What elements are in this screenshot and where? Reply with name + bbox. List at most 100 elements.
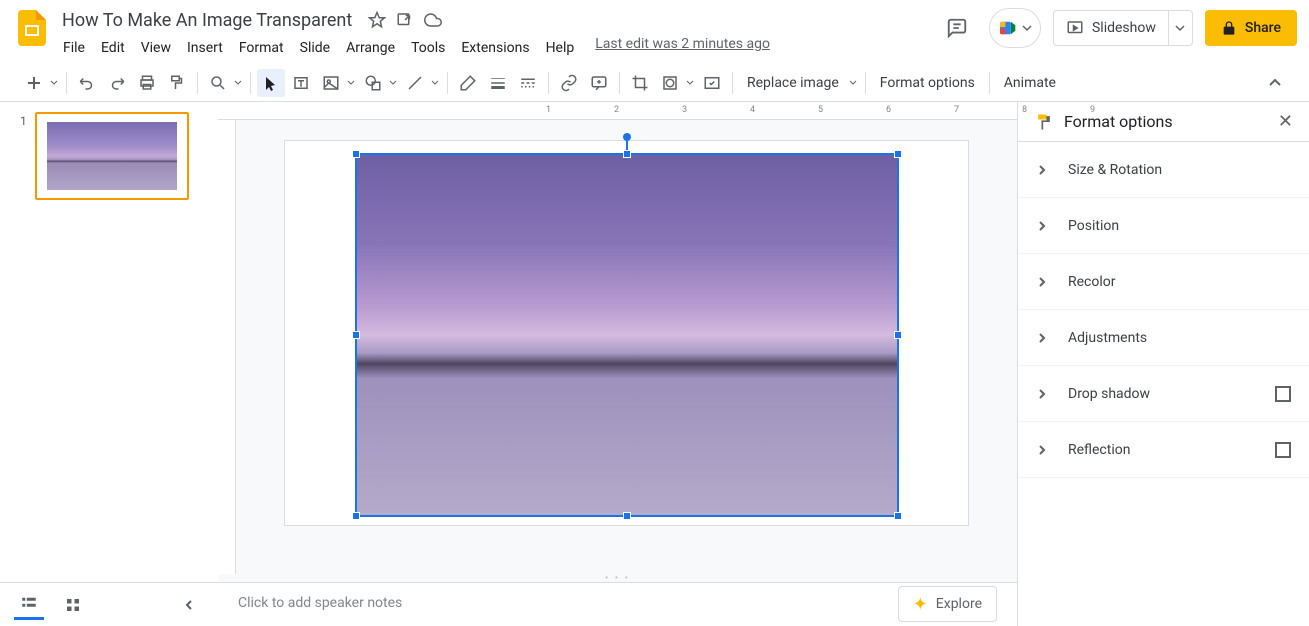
- selected-image[interactable]: [355, 153, 899, 517]
- new-slide-button[interactable]: [20, 69, 48, 97]
- print-button[interactable]: [133, 69, 161, 97]
- option-size-rotation[interactable]: Size & Rotation: [1018, 142, 1309, 198]
- resize-handle-s[interactable]: [623, 512, 631, 520]
- replace-image-button[interactable]: Replace image: [739, 69, 847, 97]
- redo-button[interactable]: [103, 69, 131, 97]
- header-actions: Slideshow Share: [937, 8, 1297, 48]
- slide-number: 1: [20, 112, 27, 200]
- slide-thumbnail[interactable]: [35, 112, 189, 200]
- chevron-right-icon: [1036, 388, 1054, 400]
- line-dropdown[interactable]: [429, 79, 441, 87]
- menu-format[interactable]: Format: [232, 36, 291, 60]
- notes-resize-grip[interactable]: • • •: [218, 574, 1017, 582]
- chevron-down-icon: [1175, 23, 1185, 33]
- close-sidebar-button[interactable]: ✕: [1278, 111, 1293, 132]
- line-tool[interactable]: [401, 69, 429, 97]
- cloud-status-icon[interactable]: [424, 11, 442, 29]
- option-recolor[interactable]: Recolor: [1018, 254, 1309, 310]
- option-adjustments[interactable]: Adjustments: [1018, 310, 1309, 366]
- chevron-right-icon: [1036, 164, 1054, 176]
- filmstrip-view-button[interactable]: [14, 590, 44, 620]
- menu-file[interactable]: File: [56, 36, 92, 60]
- slideshow-label: Slideshow: [1092, 20, 1156, 36]
- explore-star-icon: ✦: [913, 594, 928, 615]
- menu-insert[interactable]: Insert: [180, 36, 230, 60]
- canvas-area: 1 2 3 4 5 6 7 8 9: [218, 102, 1017, 626]
- format-options-sidebar: Format options ✕ Size & Rotation Positio…: [1017, 102, 1309, 626]
- share-button[interactable]: Share: [1205, 10, 1297, 46]
- collapse-filmstrip-button[interactable]: [174, 590, 204, 620]
- option-position[interactable]: Position: [1018, 198, 1309, 254]
- chevron-right-icon: [1036, 332, 1054, 344]
- slideshow-button[interactable]: Slideshow: [1053, 10, 1193, 46]
- slides-app-icon[interactable]: [12, 8, 52, 48]
- undo-button[interactable]: [73, 69, 101, 97]
- shape-tool[interactable]: [359, 69, 387, 97]
- vertical-ruler: [218, 120, 236, 574]
- resize-handle-e[interactable]: [894, 331, 902, 339]
- menu-extensions[interactable]: Extensions: [454, 36, 536, 60]
- crop-button[interactable]: [626, 69, 654, 97]
- drop-shadow-checkbox[interactable]: [1275, 386, 1291, 402]
- format-options-icon: [1034, 112, 1054, 132]
- collapse-toolbar-button[interactable]: [1261, 69, 1289, 97]
- reset-image-button[interactable]: [698, 69, 726, 97]
- resize-handle-nw[interactable]: [352, 150, 360, 158]
- menu-slide[interactable]: Slide: [293, 36, 337, 60]
- image-dropdown[interactable]: [345, 79, 357, 87]
- menu-help[interactable]: Help: [539, 36, 582, 60]
- resize-handle-w[interactable]: [352, 331, 360, 339]
- star-icon[interactable]: [368, 11, 386, 29]
- menu-edit[interactable]: Edit: [94, 36, 132, 60]
- menu-bar: File Edit View Insert Format Slide Arran…: [56, 36, 937, 60]
- explore-button[interactable]: ✦ Explore: [898, 586, 997, 622]
- comments-button[interactable]: [937, 8, 977, 48]
- paint-format-button[interactable]: [163, 69, 191, 97]
- shape-dropdown[interactable]: [387, 79, 399, 87]
- option-reflection[interactable]: Reflection: [1018, 422, 1309, 478]
- filmstrip: 1: [0, 102, 218, 626]
- select-tool[interactable]: [257, 69, 285, 97]
- resize-handle-n[interactable]: [623, 150, 631, 158]
- text-box-tool[interactable]: [287, 69, 315, 97]
- image-tool[interactable]: [317, 69, 345, 97]
- meet-button[interactable]: [989, 8, 1041, 48]
- last-edit-link[interactable]: Last edit was 2 minutes ago: [595, 36, 770, 60]
- menu-view[interactable]: View: [134, 36, 178, 60]
- resize-handle-ne[interactable]: [894, 150, 902, 158]
- lock-icon: [1221, 20, 1237, 36]
- option-drop-shadow[interactable]: Drop shadow: [1018, 366, 1309, 422]
- format-options-button[interactable]: Format options: [872, 69, 983, 97]
- mask-button[interactable]: [656, 69, 684, 97]
- grid-view-button[interactable]: [58, 590, 88, 620]
- title-area: How To Make An Image Transparent File Ed…: [52, 8, 937, 60]
- animate-button[interactable]: Animate: [996, 69, 1064, 97]
- explore-label: Explore: [936, 596, 982, 612]
- comment-button[interactable]: [585, 69, 613, 97]
- resize-handle-sw[interactable]: [352, 512, 360, 520]
- play-presentation-icon: [1066, 19, 1084, 37]
- move-icon[interactable]: [396, 11, 414, 29]
- zoom-button[interactable]: [204, 69, 232, 97]
- chevron-right-icon: [1036, 276, 1054, 288]
- menu-tools[interactable]: Tools: [404, 36, 452, 60]
- border-dash-button[interactable]: [514, 69, 542, 97]
- mask-dropdown[interactable]: [684, 79, 696, 87]
- slideshow-dropdown[interactable]: [1168, 11, 1192, 45]
- border-weight-button[interactable]: [484, 69, 512, 97]
- document-title[interactable]: How To Make An Image Transparent: [56, 8, 358, 33]
- replace-image-dropdown[interactable]: [847, 79, 859, 87]
- share-label: Share: [1245, 20, 1281, 36]
- reflection-checkbox[interactable]: [1275, 442, 1291, 458]
- resize-handle-se[interactable]: [894, 512, 902, 520]
- link-button[interactable]: [555, 69, 583, 97]
- border-color-button[interactable]: [454, 69, 482, 97]
- zoom-dropdown[interactable]: [232, 79, 244, 87]
- chevron-down-icon: [1022, 23, 1032, 33]
- slide-canvas[interactable]: [284, 140, 969, 526]
- menu-arrange[interactable]: Arrange: [339, 36, 402, 60]
- new-slide-dropdown[interactable]: [48, 79, 60, 87]
- rotate-handle[interactable]: [623, 133, 631, 141]
- toolbar: Replace image Format options Animate: [0, 64, 1309, 102]
- chevron-right-icon: [1036, 220, 1054, 232]
